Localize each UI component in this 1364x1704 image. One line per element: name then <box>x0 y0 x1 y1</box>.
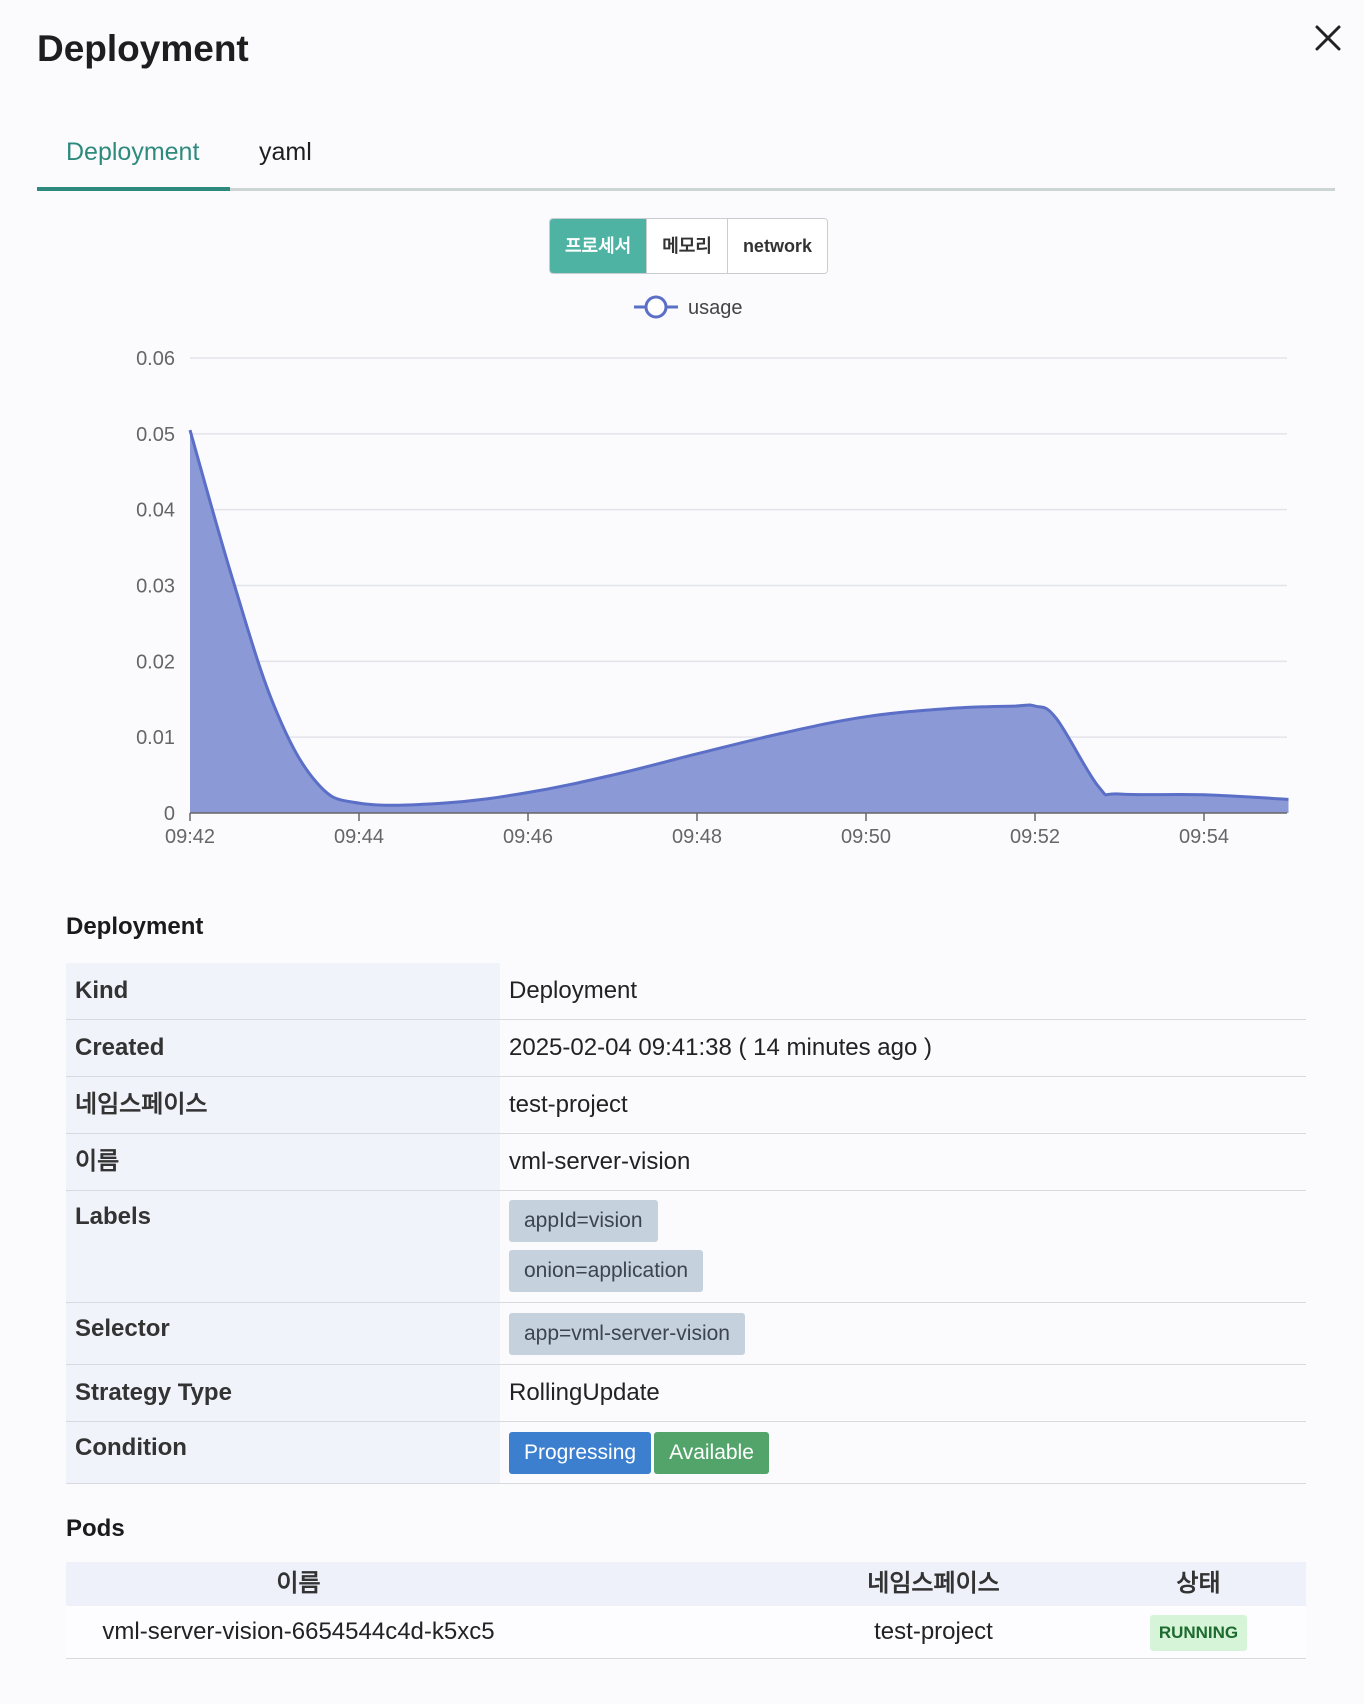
namespace-value: test-project <box>500 1076 1306 1134</box>
table-row: Kind Deployment <box>66 963 1306 1020</box>
y-tick-label: 0.04 <box>136 500 175 522</box>
table-row: 네임스페이스 test-project <box>66 1076 1306 1134</box>
metric-selector: 프로세서 메모리 network <box>549 218 828 274</box>
metric-button-network[interactable]: network <box>726 219 827 273</box>
x-tick-label: 09:52 <box>1010 826 1060 848</box>
selector-value: app=vml-server-vision <box>500 1302 1306 1365</box>
table-row[interactable]: vml-server-vision-6654544c4d-k5xc5 test-… <box>66 1606 1306 1659</box>
column-header-status: 상태 <box>1176 1570 1221 1597</box>
labels-label: Labels <box>66 1190 500 1303</box>
condition-badge-progressing: Progressing <box>509 1432 652 1474</box>
metric-button-memory[interactable]: 메모리 <box>646 219 727 273</box>
tab-bar: Deployment yaml <box>37 120 1335 191</box>
y-tick-label: 0.06 <box>136 348 175 370</box>
table-row: 이름 vml-server-vision <box>66 1133 1306 1191</box>
name-value: vml-server-vision <box>500 1133 1306 1191</box>
x-tick-label: 09:44 <box>334 826 384 848</box>
x-tick-label: 09:48 <box>672 826 722 848</box>
y-tick-label: 0.05 <box>136 424 175 446</box>
x-tick-label: 09:50 <box>841 826 891 848</box>
deployment-details-table: Kind Deployment Created 2025-02-04 09:41… <box>66 963 1306 1484</box>
label-tag: onion=application <box>509 1250 704 1292</box>
namespace-label: 네임스페이스 <box>66 1076 500 1134</box>
y-tick-label: 0.01 <box>136 727 175 749</box>
selector-label: Selector <box>66 1302 500 1365</box>
x-tick-label: 09:42 <box>165 826 215 848</box>
column-header-name: 이름 <box>276 1570 321 1597</box>
close-icon[interactable] <box>1310 20 1346 56</box>
created-value: 2025-02-04 09:41:38 ( 14 minutes ago ) <box>500 1019 1306 1077</box>
table-row: Strategy Type RollingUpdate <box>66 1364 1306 1422</box>
y-tick-label: 0 <box>164 803 175 825</box>
condition-label: Condition <box>66 1421 500 1484</box>
labels-value: appId=vision onion=application <box>500 1190 1306 1303</box>
condition-badge-available: Available <box>654 1432 769 1474</box>
legend-marker <box>644 295 668 319</box>
column-header-namespace: 네임스페이스 <box>867 1570 1000 1597</box>
legend-label: usage <box>688 297 743 319</box>
table-row: Labels appId=vision onion=application <box>66 1190 1306 1303</box>
kind-label: Kind <box>66 963 500 1020</box>
x-tick-label: 09:46 <box>503 826 553 848</box>
y-tick-label: 0.03 <box>136 576 175 598</box>
name-label: 이름 <box>66 1133 500 1191</box>
pod-namespace: test-project <box>874 1618 993 1645</box>
metric-button-processor[interactable]: 프로세서 <box>550 219 647 273</box>
tab-deployment[interactable]: Deployment <box>66 138 199 167</box>
tab-yaml[interactable]: yaml <box>259 138 312 167</box>
pods-table-header: 이름 네임스페이스 상태 <box>66 1562 1306 1606</box>
x-tick-label: 09:54 <box>1179 826 1229 848</box>
strategy-value: RollingUpdate <box>500 1364 1306 1422</box>
deployment-section-title: Deployment <box>66 913 204 940</box>
pods-section-title: Pods <box>66 1515 125 1542</box>
table-row: Created 2025-02-04 09:41:38 ( 14 minutes… <box>66 1019 1306 1077</box>
label-tag: appId=vision <box>509 1200 658 1242</box>
usage-area <box>190 430 1289 813</box>
kind-value: Deployment <box>500 963 1306 1020</box>
usage-chart: usage 0 0.01 0.02 0.03 0.04 0.05 0.06 09:42 09:44… <box>136 295 1289 848</box>
condition-value: Progressing Available <box>500 1421 1306 1484</box>
strategy-label: Strategy Type <box>66 1364 500 1422</box>
y-tick-label: 0.02 <box>136 651 175 673</box>
table-row: Selector app=vml-server-vision <box>66 1302 1306 1365</box>
page-title: Deployment <box>37 28 249 69</box>
pod-name[interactable]: vml-server-vision-6654544c4d-k5xc5 <box>66 1606 531 1658</box>
pod-status-cell: RUNNING <box>1101 1606 1296 1658</box>
table-row: Condition Progressing Available <box>66 1421 1306 1484</box>
status-badge: RUNNING <box>1149 1614 1248 1651</box>
created-label: Created <box>66 1019 500 1077</box>
active-tab-indicator <box>37 187 230 191</box>
selector-tag: app=vml-server-vision <box>509 1313 745 1355</box>
